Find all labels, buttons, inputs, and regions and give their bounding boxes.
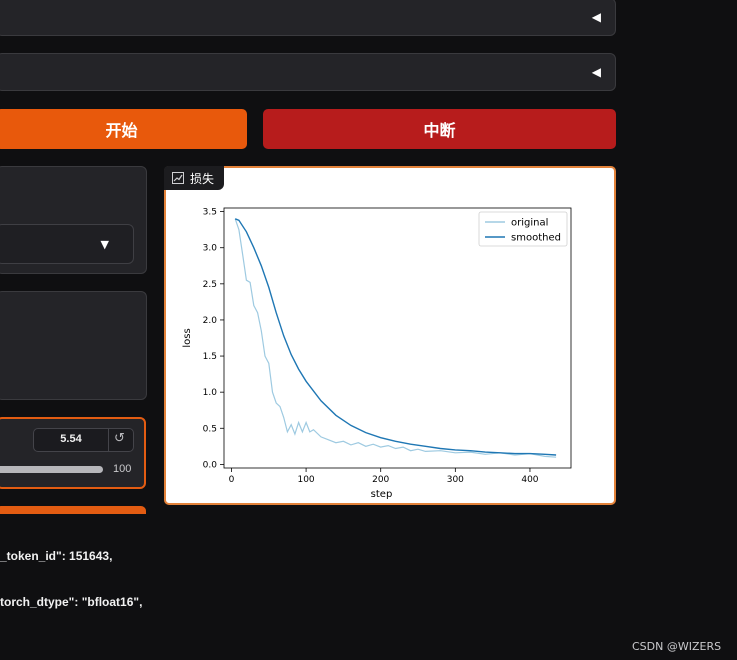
dropdown-select[interactable]: ▼ — [0, 224, 134, 264]
x-tick-label: 100 — [297, 475, 314, 485]
y-tick-label: 3.0 — [203, 244, 218, 254]
x-axis-label: step — [371, 489, 393, 500]
y-tick-label: 3.5 — [203, 208, 217, 218]
x-tick-label: 200 — [372, 475, 389, 485]
x-tick-label: 300 — [447, 475, 464, 485]
accordion-bar-top[interactable]: ◀ — [0, 0, 616, 36]
left-text-panel — [0, 291, 147, 400]
legend-label: original — [511, 218, 548, 229]
plot-frame — [223, 207, 572, 469]
plot-label: 损失 — [190, 171, 215, 186]
loss-chart: 0 100 200 300 400 0.0 0.5 1.0 1.5 2.0 2.5 3.0 3.5 ste… — [182, 207, 572, 500]
slider-value[interactable]: 5.54 — [34, 433, 108, 445]
legend-label: smoothed — [511, 233, 561, 244]
series-line-original — [234, 218, 557, 458]
chart-icon — [172, 172, 184, 184]
reset-icon[interactable]: ↺ — [114, 431, 125, 446]
y-tick-label: 2.0 — [203, 316, 218, 326]
code-line: torch_dtype": "bfloat16", — [0, 595, 143, 609]
series-line-smoothed — [234, 218, 557, 456]
y-tick-label: 1.0 — [203, 388, 218, 398]
watermark-text: CSDN @WIZERS — [632, 640, 722, 653]
y-axis-label: loss — [182, 328, 193, 347]
x-tick-label: 0 — [229, 475, 235, 485]
x-tick-label: 400 — [521, 475, 538, 485]
y-tick-label: 0.5 — [203, 424, 217, 434]
slider-track[interactable] — [0, 466, 103, 473]
accordion-bar-second[interactable]: ◀ — [0, 53, 616, 91]
start-button[interactable]: 开始 — [0, 109, 247, 149]
chevron-down-icon[interactable]: ▼ — [101, 238, 109, 251]
code-line: _token_id": 151643, — [0, 549, 113, 563]
slider-max-label: 100 — [113, 463, 132, 475]
divider — [108, 429, 109, 451]
collapse-arrow-icon[interactable]: ◀ — [592, 10, 601, 24]
y-tick-label: 1.5 — [203, 352, 217, 362]
stop-button[interactable]: 中断 — [263, 109, 616, 149]
panel-top-accent — [0, 506, 146, 514]
collapse-arrow-icon[interactable]: ◀ — [592, 65, 601, 79]
slider-number-input[interactable]: 5.54 ↺ — [33, 428, 134, 452]
plot-label-tag: 损失 — [164, 166, 224, 190]
y-tick-label: 0.0 — [203, 460, 218, 470]
y-tick-label: 2.5 — [203, 280, 217, 290]
